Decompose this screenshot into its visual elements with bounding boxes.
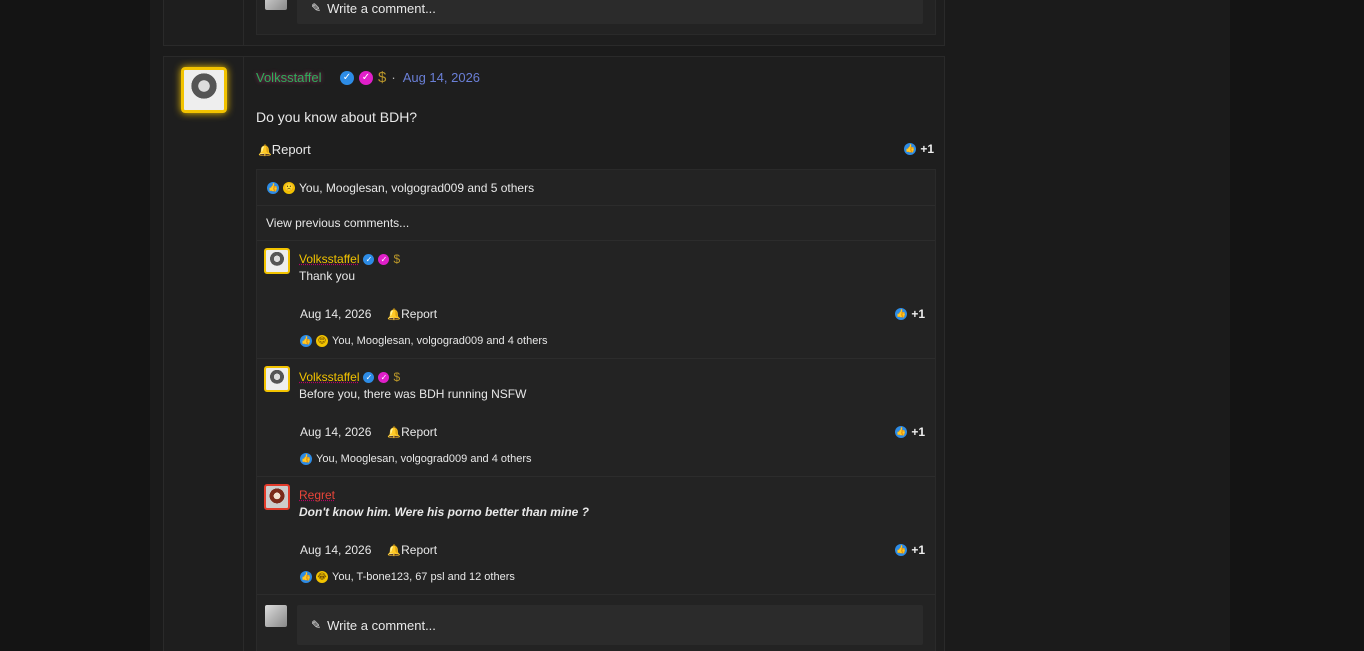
- comment-author: Regret: [299, 488, 335, 502]
- bell-icon: 🔔: [387, 545, 402, 557]
- avatar[interactable]: [264, 484, 290, 510]
- comment-date[interactable]: Aug 14, 2026: [300, 543, 371, 557]
- report-button[interactable]: 🔔Report: [387, 425, 437, 439]
- comment-author-name[interactable]: Regret: [299, 488, 335, 502]
- like-button[interactable]: 👍 +1: [904, 142, 934, 156]
- write-comment-area: ✎ Write a comment...: [257, 596, 935, 651]
- comment: Regret Don't know him. Were his porno be…: [257, 477, 935, 595]
- report-button[interactable]: 🔔Report: [387, 307, 437, 321]
- pencil-icon: ✎: [311, 1, 322, 15]
- pink-check-icon: ✓: [359, 70, 373, 85]
- author-avatar[interactable]: [181, 67, 227, 113]
- avatar[interactable]: [264, 366, 290, 392]
- report-button[interactable]: 🔔Report: [258, 142, 311, 157]
- dollar-icon: $: [378, 68, 387, 86]
- pink-check-icon: ✓: [378, 253, 390, 265]
- post: Volksstaffel ✓ ✓ $ · Aug 14, 2026 Do you…: [163, 56, 945, 651]
- like-button[interactable]: 👍 +1: [895, 307, 925, 321]
- comment-text: Before you, there was BDH running NSFW: [299, 387, 527, 401]
- dollar-icon: $: [393, 369, 401, 384]
- comment-reactions[interactable]: 👍 😍 You, Mooglesan, volgograd009 and 4 o…: [300, 335, 547, 347]
- comment-date[interactable]: Aug 14, 2026: [300, 307, 371, 321]
- like-button[interactable]: 👍 +1: [895, 543, 925, 557]
- thumbs-up-icon: 👍: [267, 181, 279, 194]
- previous-post-comment-area: ✎ Write a comment...: [256, 0, 936, 35]
- thumbs-up-icon: 👍: [300, 453, 312, 465]
- laughing-emoji-icon: 😂: [316, 571, 328, 583]
- author-badges: ✓ ✓ $ · Aug 14, 2026: [340, 70, 480, 85]
- comment-date[interactable]: Aug 14, 2026: [300, 425, 371, 439]
- comment: Volksstaffel ✓ ✓ $ Thank you Aug 14, 202…: [257, 241, 935, 359]
- post-text: Do you know about BDH?: [256, 109, 418, 125]
- view-previous-comments-link[interactable]: View previous comments...: [257, 206, 935, 241]
- comment-author: Volksstaffel ✓ ✓ $: [299, 252, 400, 266]
- dollar-icon: $: [393, 251, 401, 266]
- comment-text: Don't know him. Were his porno better th…: [299, 505, 589, 519]
- comment-reactions[interactable]: 👍 😂 You, T-bone123, 67 psl and 12 others: [300, 571, 515, 583]
- comment-footer: Aug 14, 2026 🔔Report: [300, 307, 437, 321]
- confused-emoji-icon: 🙁: [283, 181, 295, 194]
- heart-eyes-emoji-icon: 😍: [316, 335, 328, 347]
- separator-dot: ·: [391, 70, 396, 85]
- write-comment-input[interactable]: ✎ Write a comment...: [297, 0, 923, 24]
- author-name[interactable]: Volksstaffel: [256, 70, 322, 85]
- comment: Volksstaffel ✓ ✓ $ Before you, there was…: [257, 359, 935, 477]
- bell-icon: 🔔: [387, 309, 402, 321]
- write-comment-input[interactable]: ✎ Write a comment...: [297, 605, 923, 645]
- page-container: ✎ Write a comment... Volksstaffel ✓ ✓ $ …: [150, 0, 1230, 651]
- post-sidebar: [164, 57, 244, 651]
- comment-author-name[interactable]: Volksstaffel: [299, 370, 359, 384]
- avatar: [265, 0, 287, 10]
- previous-post-sidebar: [164, 0, 244, 45]
- like-button[interactable]: 👍 +1: [895, 425, 925, 439]
- thumbs-up-icon: 👍: [895, 544, 908, 556]
- verified-icon: ✓: [363, 253, 375, 265]
- bell-icon: 🔔: [258, 145, 272, 157]
- comment-reactions[interactable]: 👍 You, Mooglesan, volgograd009 and 4 oth…: [300, 453, 531, 465]
- bell-icon: 🔔: [387, 427, 402, 439]
- thumbs-up-icon: 👍: [895, 426, 908, 438]
- previous-post-footer: ✎ Write a comment...: [163, 0, 945, 46]
- thumbs-up-icon: 👍: [904, 143, 917, 155]
- pencil-icon: ✎: [311, 618, 322, 632]
- report-button[interactable]: 🔔Report: [387, 543, 437, 557]
- verified-icon: ✓: [340, 70, 354, 85]
- thumbs-up-icon: 👍: [300, 571, 312, 583]
- verified-icon: ✓: [363, 371, 375, 383]
- comment-author: Volksstaffel ✓ ✓ $: [299, 370, 400, 384]
- comments-section: 👍 🙁 You, Mooglesan, volgograd009 and 5 o…: [256, 169, 936, 651]
- comment-footer: Aug 14, 2026 🔔Report: [300, 543, 437, 557]
- post-date[interactable]: Aug 14, 2026: [403, 70, 480, 85]
- avatar: [265, 605, 287, 627]
- comment-text: Thank you: [299, 269, 356, 283]
- thumbs-up-icon: 👍: [300, 335, 312, 347]
- pink-check-icon: ✓: [378, 371, 390, 383]
- post-reactions[interactable]: 👍 🙁 You, Mooglesan, volgograd009 and 5 o…: [257, 170, 935, 206]
- thumbs-up-icon: 👍: [895, 308, 908, 320]
- comment-author-name[interactable]: Volksstaffel: [299, 252, 359, 266]
- comment-footer: Aug 14, 2026 🔔Report: [300, 425, 437, 439]
- avatar[interactable]: [264, 248, 290, 274]
